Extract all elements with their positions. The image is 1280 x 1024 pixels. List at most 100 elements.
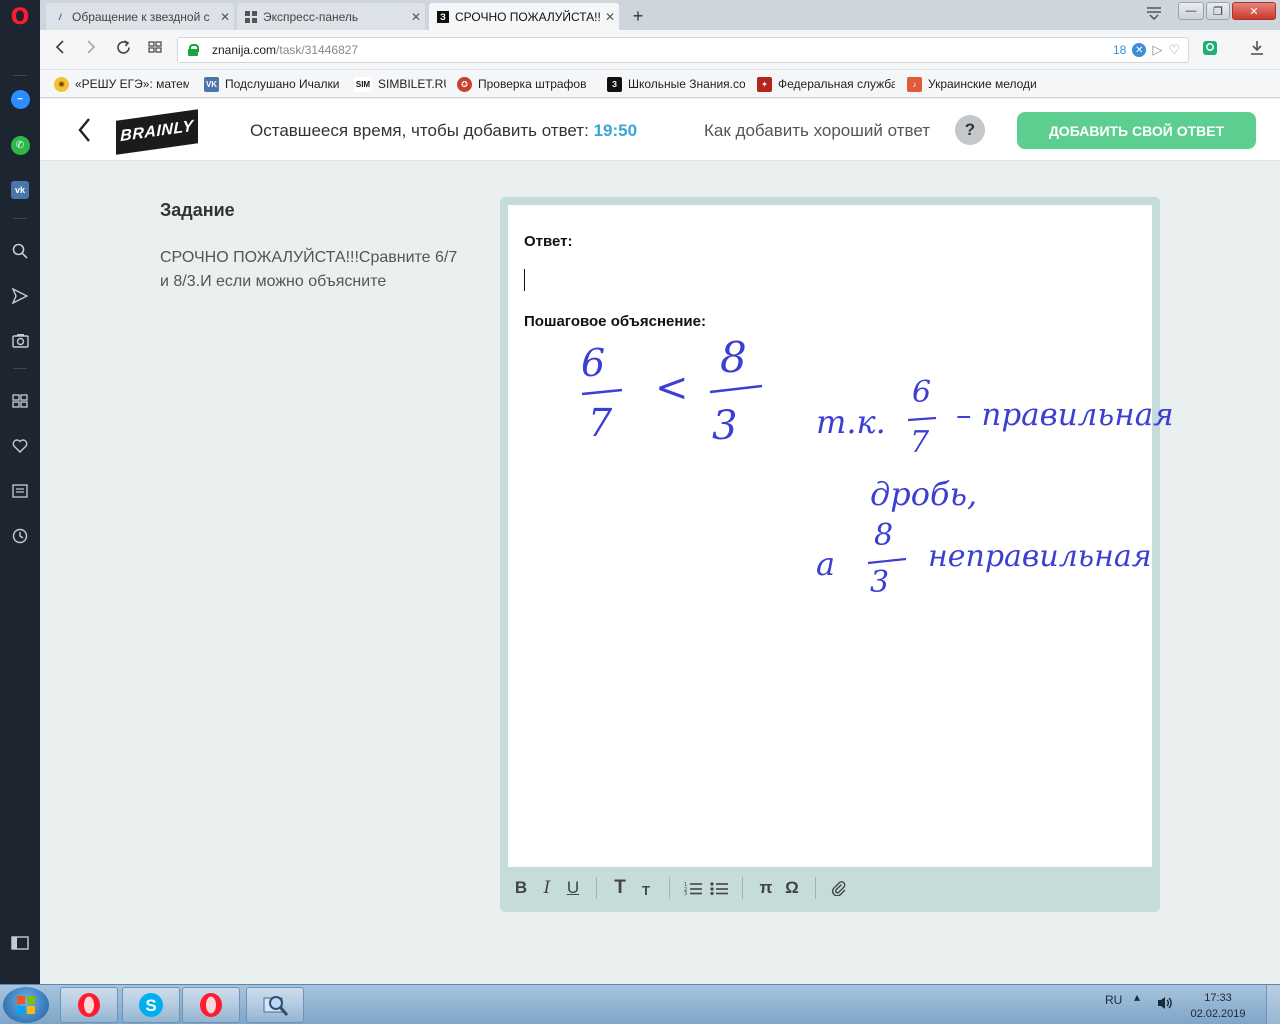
sun-favicon-icon: ✺ — [54, 76, 69, 92]
taskbar-search-app-icon[interactable] — [246, 987, 304, 1023]
bookmark-shkolnye-znaniya[interactable]: З Школьные Знания.co — [607, 75, 745, 93]
speed-dial-button[interactable] — [144, 40, 166, 60]
history-icon[interactable] — [0, 521, 40, 551]
clock-date: 02.02.2019 — [1190, 1008, 1246, 1020]
reload-button[interactable] — [112, 40, 134, 60]
frac1-numerator: 6 — [581, 341, 606, 385]
toolbar-divider — [596, 877, 597, 899]
close-tab-icon[interactable]: ✕ — [216, 10, 234, 24]
language-indicator[interactable]: RU — [1105, 993, 1122, 1007]
windows-taskbar: S RU ▴ 17:33 02.02.2019 — [0, 984, 1280, 1024]
back-button[interactable] — [49, 40, 71, 60]
url-path: /task/31446827 — [276, 43, 359, 57]
heading-small-button[interactable]: T — [633, 875, 659, 901]
heading-large-button[interactable]: T — [607, 875, 633, 901]
how-to-answer-link[interactable]: Как добавить хороший ответ — [704, 121, 930, 141]
handwritten-image: 6 7 < 8 3 т.к. 6 7 – правильная дробь, а… — [508, 205, 1174, 867]
hw-frac-bar — [907, 416, 937, 422]
underline-button[interactable]: U — [560, 875, 586, 901]
messenger-icon[interactable]: ~ — [0, 84, 40, 114]
attachment-icon[interactable] — [826, 875, 852, 901]
bookmark-podslushano[interactable]: VK Подслушано Ичалки — [204, 75, 344, 93]
search-icon[interactable] — [0, 236, 40, 266]
svg-text:3: 3 — [684, 891, 687, 895]
whatsapp-icon[interactable]: ✆ — [0, 130, 40, 160]
hw-nepravilnaya: неправильная — [928, 539, 1152, 574]
bookmarks-bar: ✺ «РЕШУ ЕГЭ»: матема VK Подслушано Ичалк… — [40, 70, 1280, 98]
address-bar[interactable]: znanija.com/task/31446827 18 ✕ ▷ ♡ — [177, 37, 1189, 63]
bold-button[interactable]: B — [508, 875, 534, 901]
comparison-sign: < — [655, 365, 689, 411]
tab-speed-dial[interactable]: Экспресс-панель ✕ — [237, 3, 425, 30]
lock-icon[interactable] — [188, 44, 199, 56]
bookmark-heart-icon[interactable]: ♡ — [1168, 42, 1180, 58]
vpn-extension-icon[interactable] — [1202, 40, 1218, 60]
maximize-button[interactable]: ❐ — [1206, 2, 1230, 20]
bookmark-reshu-ege[interactable]: ✺ «РЕШУ ЕГЭ»: матема — [54, 75, 189, 93]
news-icon[interactable] — [0, 476, 40, 506]
bookmark-label: SIMBILET.RU — [378, 77, 446, 91]
heart-icon[interactable] — [0, 431, 40, 461]
tray-arrow-icon[interactable]: ▴ — [1134, 990, 1140, 1004]
new-tab-button[interactable]: + — [627, 5, 649, 27]
taskbar-skype-icon[interactable]: S — [122, 987, 180, 1023]
url-text: znanija.com/task/31446827 — [212, 43, 358, 57]
bookmark-shtrafy[interactable]: ✪ Проверка штрафов — [457, 75, 592, 93]
frac1-denominator: 7 — [588, 401, 613, 445]
tab-title: СРОЧНО ПОЖАЛУЙСТА!!! — [455, 9, 601, 24]
adblock-icon[interactable]: ✕ — [1132, 43, 1147, 57]
sidebar-divider — [13, 368, 27, 369]
bookmark-label: Школьные Знания.co — [628, 77, 745, 91]
bookmark-label: Украинские мелоди — [928, 77, 1037, 91]
start-button[interactable] — [3, 987, 49, 1023]
show-desktop-button[interactable] — [1266, 985, 1280, 1024]
taskbar-opera-window-icon[interactable] — [182, 987, 240, 1023]
tab-strip: / Обращение к звездной с ✕ Экспресс-пане… — [40, 0, 1280, 30]
taskbar-opera-icon[interactable] — [60, 987, 118, 1023]
volume-icon[interactable] — [1156, 995, 1174, 1014]
special-symbol-button[interactable]: Ω — [779, 875, 805, 901]
download-icon[interactable] — [1250, 40, 1264, 59]
hw-frac-num: 6 — [912, 375, 932, 410]
system-clock[interactable]: 17:33 02.02.2019 — [1184, 990, 1252, 1022]
add-answer-button[interactable]: ДОБАВИТЬ СВОЙ ОТВЕТ — [1017, 112, 1256, 149]
bookmark-label: Проверка штрафов — [478, 77, 587, 91]
opera-menu-icon[interactable]: O — [0, 2, 40, 32]
close-tab-icon[interactable]: ✕ — [601, 10, 619, 24]
minimize-button[interactable]: — — [1178, 2, 1204, 20]
tab-menu-icon[interactable] — [1146, 6, 1162, 24]
toolbar-divider — [742, 877, 743, 899]
speed-dial-icon[interactable] — [0, 386, 40, 416]
tab-znanija-active[interactable]: З СРОЧНО ПОЖАЛУЙСТА!!! ✕ — [429, 3, 619, 30]
camera-icon[interactable] — [0, 325, 40, 355]
frac2-denominator: 3 — [712, 403, 738, 449]
sidebar-toggle-icon[interactable] — [0, 928, 40, 958]
snap-send-icon[interactable]: ▷ — [1152, 42, 1162, 58]
bullet-list-icon[interactable] — [706, 875, 732, 901]
adblock-count[interactable]: 18 — [1113, 43, 1126, 57]
editor-content-area[interactable]: Ответ: Пошаговое объяснение: 6 7 < 8 3 т… — [508, 205, 1174, 867]
forward-button[interactable] — [80, 40, 102, 60]
toolbar-divider — [815, 877, 816, 899]
hw-frac2-bar — [867, 557, 907, 565]
vk-icon[interactable]: vk — [0, 175, 40, 205]
close-tab-icon[interactable]: ✕ — [407, 10, 425, 24]
sidebar-divider — [13, 75, 27, 76]
task-title: Задание — [160, 200, 235, 220]
back-arrow-icon[interactable] — [74, 113, 98, 147]
bookmark-label: Подслушано Ичалки — [225, 77, 340, 91]
help-button[interactable]: ? — [955, 115, 985, 145]
bookmark-ukrainskie-melodii[interactable]: ♪ Украинские мелоди — [907, 75, 1045, 93]
bookmark-federalnaya-sluzhba[interactable]: ✦ Федеральная служба — [757, 75, 895, 93]
send-icon[interactable] — [0, 281, 40, 311]
bookmark-simbilet[interactable]: SIM SIMBILET.RU — [354, 75, 446, 93]
brainly-logo[interactable]: BRAINLY — [116, 109, 198, 155]
frac1-bar — [581, 388, 623, 396]
close-window-button[interactable]: ✕ — [1232, 2, 1276, 20]
ordered-list-icon[interactable]: 123 — [680, 875, 706, 901]
task-text: СРОЧНО ПОЖАЛУЙСТА!!!Сравните 6/7 и 8/3.И… — [160, 249, 458, 290]
tab-zvezdnoy[interactable]: / Обращение к звездной с ✕ — [46, 3, 234, 30]
pi-symbol-button[interactable]: π — [753, 875, 779, 901]
timer-value: 19:50 — [593, 121, 638, 140]
italic-button[interactable]: I — [534, 875, 560, 901]
